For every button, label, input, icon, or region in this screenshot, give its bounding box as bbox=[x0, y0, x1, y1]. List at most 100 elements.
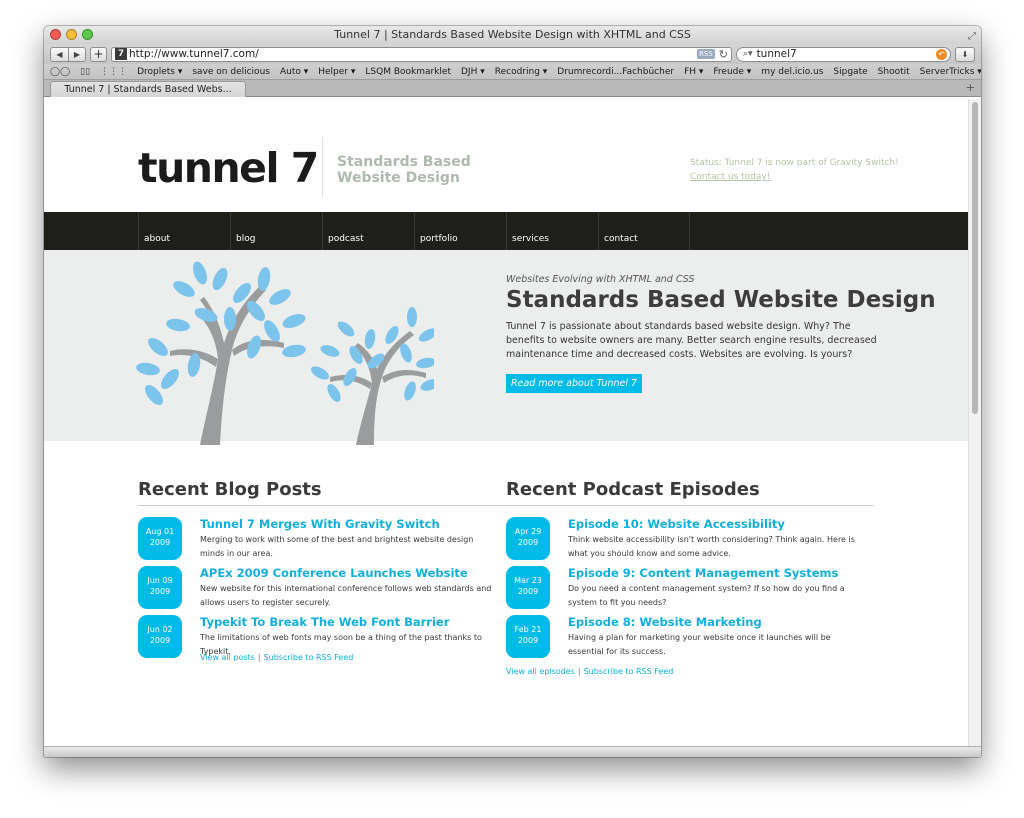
minimize-icon[interactable] bbox=[66, 29, 77, 40]
blog-rss-link[interactable]: Subscribe to RSS Feed bbox=[264, 653, 354, 662]
search-field[interactable]: ⌕▾ tunnel7 ↶ bbox=[736, 46, 951, 62]
hero-kicker: Websites Evolving with XHTML and CSS bbox=[506, 274, 695, 285]
bookmark-item[interactable]: Droplets ▾ bbox=[137, 67, 182, 77]
grid-icon[interactable]: ⋮⋮⋮ bbox=[100, 67, 127, 77]
post-title-link[interactable]: APEx 2009 Conference Launches Website bbox=[200, 566, 468, 580]
bookmark-item[interactable]: ServerTricks ▾ bbox=[920, 67, 981, 77]
blog-heading: Recent Blog Posts bbox=[138, 479, 322, 500]
episode-title-link[interactable]: Episode 8: Website Marketing bbox=[568, 615, 762, 629]
resize-icon[interactable]: ⤢ bbox=[968, 28, 976, 46]
post-title-link[interactable]: Typekit To Break The Web Font Barrier bbox=[200, 615, 449, 629]
snapback-icon[interactable]: ↶ bbox=[936, 48, 947, 60]
url-text[interactable]: http://www.tunnel7.com/ bbox=[129, 48, 697, 60]
bookmark-item[interactable]: Shootit bbox=[878, 67, 910, 77]
bookmark-item[interactable]: Helper ▾ bbox=[318, 67, 355, 77]
new-tab-icon[interactable]: + bbox=[966, 81, 975, 94]
section-divider bbox=[138, 505, 874, 506]
episode-date-year: 2009 bbox=[517, 636, 539, 645]
book-icon[interactable]: ▯▯ bbox=[80, 67, 90, 77]
episode-date-badge: Apr 29 2009 bbox=[506, 517, 550, 560]
episode-title-link[interactable]: Episode 9: Content Management Systems bbox=[568, 566, 838, 580]
post-date-badge: Aug 01 2009 bbox=[138, 517, 182, 560]
nav-contact[interactable]: contact bbox=[598, 212, 690, 250]
site-favicon: 7 bbox=[115, 48, 127, 60]
contact-link[interactable]: Contact us today! bbox=[690, 170, 899, 184]
window-controls bbox=[50, 29, 93, 40]
podcast-footer-links: View all episodes | Subscribe to RSS Feed bbox=[506, 667, 673, 676]
browser-toolbar: ◀ ▶ + 7 http://www.tunnel7.com/ RSS ↻ ⌕▾… bbox=[44, 44, 981, 64]
episode-date-badge: Feb 21 2009 bbox=[506, 615, 550, 658]
hero-title: Standards Based Website Design bbox=[506, 287, 936, 313]
post-date-badge: Jun 02 2009 bbox=[138, 615, 182, 658]
address-bar[interactable]: 7 http://www.tunnel7.com/ RSS ↻ bbox=[111, 46, 732, 62]
blog-footer-links: View all posts | Subscribe to RSS Feed bbox=[200, 653, 353, 662]
episode-description: Think website accessibility isn't worth … bbox=[568, 535, 855, 558]
link-separator: | bbox=[577, 667, 581, 676]
browser-window: Tunnel 7 | Standards Based Website Desig… bbox=[44, 26, 981, 757]
tree-illustration bbox=[136, 261, 434, 445]
bookmark-item[interactable]: Auto ▾ bbox=[280, 67, 308, 77]
post-date-day: Jun 09 bbox=[147, 576, 173, 585]
vertical-scrollbar[interactable] bbox=[968, 99, 981, 746]
search-value[interactable]: tunnel7 bbox=[757, 48, 936, 60]
post-date-day: Jun 02 bbox=[147, 625, 173, 634]
post-date-year: 2009 bbox=[149, 636, 171, 645]
tagline-line-2: Website Design bbox=[337, 170, 460, 186]
history-buttons: ◀ ▶ bbox=[50, 46, 86, 62]
bookmark-item[interactable]: Drumrecordi...Fachbücher bbox=[557, 67, 674, 77]
close-icon[interactable] bbox=[50, 29, 61, 40]
status-text: Status: Tunnel 7 is now part of Gravity … bbox=[690, 158, 899, 168]
episode-date-day: Mar 23 bbox=[514, 576, 542, 585]
scrollbar-thumb[interactable] bbox=[972, 102, 978, 414]
hero-banner: Websites Evolving with XHTML and CSS Sta… bbox=[44, 250, 968, 445]
tagline-line-1: Standards Based bbox=[337, 154, 471, 170]
episode-date-year: 2009 bbox=[517, 587, 539, 596]
nav-blog[interactable]: blog bbox=[230, 212, 322, 250]
bookmark-item[interactable]: Sipgate bbox=[833, 67, 867, 77]
view-all-posts-link[interactable]: View all posts bbox=[200, 653, 255, 662]
post-description: New website for this international confe… bbox=[200, 584, 492, 607]
search-icon[interactable]: ⌕▾ bbox=[743, 49, 753, 59]
reload-icon[interactable]: ↻ bbox=[719, 48, 728, 61]
site-logo[interactable]: tunnel 7 bbox=[138, 144, 319, 192]
podcast-heading: Recent Podcast Episodes bbox=[506, 479, 760, 500]
nav-portfolio[interactable]: portfolio bbox=[414, 212, 506, 250]
tab-active[interactable]: Tunnel 7 | Standards Based Webs... bbox=[50, 81, 246, 97]
rss-badge[interactable]: RSS bbox=[697, 49, 715, 59]
hero-text: Tunnel 7 is passionate about standards b… bbox=[506, 321, 877, 360]
read-more-button[interactable]: Read more about Tunnel 7 bbox=[506, 374, 643, 393]
nav-services[interactable]: services bbox=[506, 212, 598, 250]
nav-about[interactable]: about bbox=[138, 212, 230, 250]
view-all-episodes-link[interactable]: View all episodes bbox=[506, 667, 575, 676]
episode-date-badge: Mar 23 2009 bbox=[506, 566, 550, 609]
episode-description: Having a plan for marketing your website… bbox=[568, 633, 831, 656]
reading-glasses-icon[interactable]: ◯◯ bbox=[50, 67, 70, 77]
window-title: Tunnel 7 | Standards Based Website Desig… bbox=[334, 28, 691, 41]
download-icon[interactable]: ⬇ bbox=[955, 46, 975, 62]
link-separator: | bbox=[257, 653, 261, 662]
episode-date-day: Feb 21 bbox=[514, 625, 542, 634]
nav-podcast[interactable]: podcast bbox=[322, 212, 414, 250]
window-bottom-bar bbox=[44, 746, 981, 757]
bookmark-item[interactable]: FH ▾ bbox=[684, 67, 703, 77]
post-description: Merging to work with some of the best an… bbox=[200, 535, 474, 558]
bookmark-item[interactable]: Recodring ▾ bbox=[495, 67, 548, 77]
zoom-icon[interactable] bbox=[82, 29, 93, 40]
episode-date-day: Apr 29 bbox=[514, 527, 542, 536]
bookmark-item[interactable]: DJH ▾ bbox=[461, 67, 485, 77]
podcast-rss-link[interactable]: Subscribe to RSS Feed bbox=[584, 667, 674, 676]
bookmarks-bar: ◯◯ ▯▯ ⋮⋮⋮ Droplets ▾ save on delicious A… bbox=[44, 64, 981, 80]
site-tagline: Standards Based Website Design bbox=[337, 154, 497, 186]
bookmark-item[interactable]: LSQM Bookmarklet bbox=[365, 67, 451, 77]
post-title-link[interactable]: Tunnel 7 Merges With Gravity Switch bbox=[200, 517, 440, 531]
back-arrow-icon[interactable]: ◀ bbox=[51, 48, 68, 61]
post-date-badge: Jun 09 2009 bbox=[138, 566, 182, 609]
add-icon[interactable]: + bbox=[90, 46, 107, 62]
post-date-year: 2009 bbox=[149, 538, 171, 547]
bookmark-item[interactable]: Freude ▾ bbox=[713, 67, 751, 77]
episode-title-link[interactable]: Episode 10: Website Accessibility bbox=[568, 517, 785, 531]
forward-arrow-icon[interactable]: ▶ bbox=[68, 47, 85, 61]
post-date-day: Aug 01 bbox=[145, 527, 175, 536]
bookmark-item[interactable]: save on delicious bbox=[192, 67, 270, 77]
bookmark-item[interactable]: my del.icio.us bbox=[761, 67, 823, 77]
